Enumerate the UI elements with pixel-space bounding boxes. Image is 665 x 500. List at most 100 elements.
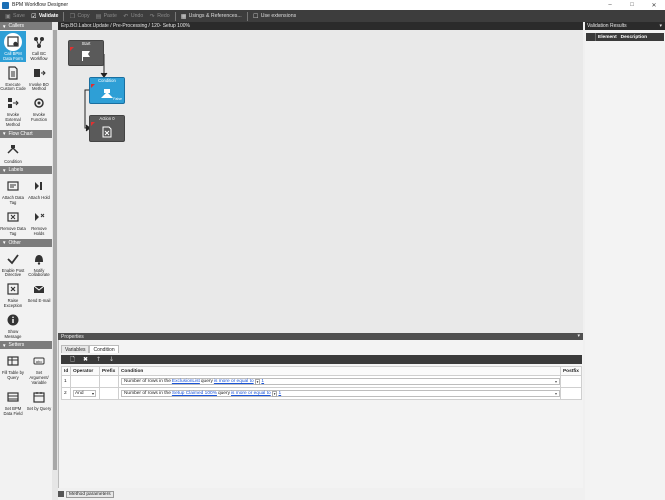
- tool-notify-collaborate[interactable]: Notify Collaborate: [26, 248, 52, 279]
- tool-remove-holds[interactable]: Remove Holds: [26, 206, 52, 237]
- paste-button[interactable]: ▤ Paste: [93, 10, 120, 22]
- use-extensions-toggle[interactable]: ☐ Use extensions: [250, 10, 299, 22]
- close-button[interactable]: ✕: [643, 0, 665, 10]
- undo-icon: ↶: [123, 13, 129, 20]
- tool-call-bpm-data-form[interactable]: Call BPM Data Form: [0, 31, 26, 62]
- row-condition[interactable]: Number of rows in the Setup Claimed 100%…: [117, 387, 561, 400]
- value-link[interactable]: 1: [278, 391, 281, 396]
- copy-button[interactable]: ❐ Copy: [66, 10, 92, 22]
- properties-header: Properties ▾: [58, 333, 583, 340]
- document-icon: [90, 122, 124, 141]
- move-down-icon[interactable]: 🡓: [105, 355, 118, 365]
- row-operator[interactable]: And ▾: [69, 387, 100, 400]
- tool-show-message[interactable]: Show Message: [0, 309, 26, 340]
- method-parameters-tab[interactable]: Method parameters: [66, 490, 114, 498]
- tag-icon: [4, 177, 22, 195]
- query-link[interactable]: Setup Claimed 100%: [172, 391, 217, 396]
- references-icon: ▦: [180, 13, 187, 20]
- column-header: Element: [598, 34, 617, 40]
- tool-send-email[interactable]: Send E-mail: [26, 278, 52, 309]
- external-method-icon: [4, 94, 22, 112]
- table-row[interactable]: 1 Number of rows in the ExclusionList qu…: [61, 375, 583, 388]
- section-callers[interactable]: ▼ Callers: [0, 22, 52, 30]
- node-condition[interactable]: Condition False: [89, 77, 125, 104]
- query-link[interactable]: ExclusionList: [172, 379, 200, 384]
- row-prefix[interactable]: [98, 375, 119, 388]
- tool-set-by-query[interactable]: Set by Query: [26, 386, 52, 417]
- tab-variables[interactable]: Variables: [61, 345, 90, 353]
- workflow-icon: [30, 33, 48, 51]
- table-row[interactable]: 2 And ▾ Number of rows in the Setup Clai…: [61, 387, 583, 400]
- row-id: 1: [61, 375, 71, 388]
- tool-call-bc-workflow[interactable]: Call BC Workflow: [26, 31, 52, 62]
- tool-fill-table-by-query[interactable]: Fill Table by Query: [0, 350, 26, 385]
- new-row-icon[interactable]: 🗋: [66, 355, 79, 365]
- tool-attach-hold[interactable]: Attach Hold: [26, 175, 52, 206]
- pin-icon[interactable]: ▾: [659, 23, 662, 29]
- tool-set-bpm-data-field[interactable]: Set BPM Data Field: [0, 386, 26, 417]
- table-icon: [4, 352, 22, 370]
- workflow-canvas[interactable]: Start Condition False Action 0: [58, 30, 583, 333]
- calendar-icon: [30, 388, 48, 406]
- chevron-down-icon[interactable]: ▾: [254, 378, 261, 385]
- row-condition[interactable]: Number of rows in the ExclusionList quer…: [117, 375, 561, 388]
- comparison-link[interactable]: is more or equal to: [214, 379, 254, 384]
- pin-icon[interactable]: ▾: [577, 333, 580, 339]
- method-parameters-bar: Method parameters: [58, 488, 583, 500]
- paste-icon: ▤: [95, 13, 102, 20]
- tool-execute-custom-code[interactable]: Execute Custom Code: [0, 62, 26, 93]
- bell-icon: [30, 250, 48, 268]
- redo-button[interactable]: ↷ Redo: [146, 10, 172, 22]
- column-header: Prefix: [98, 366, 119, 376]
- code-file-icon: [4, 64, 22, 82]
- remove-hold-icon: [30, 208, 48, 226]
- checkbox-icon: ☐: [253, 13, 259, 20]
- tool-remove-data-tag[interactable]: Remove Data Tag: [0, 206, 26, 237]
- tab-condition[interactable]: Condition: [89, 345, 119, 353]
- delete-row-icon[interactable]: ✖: [79, 356, 92, 363]
- column-header: Description: [620, 34, 648, 40]
- node-action-0[interactable]: Action 0: [89, 115, 125, 142]
- row-prefix[interactable]: [98, 387, 119, 400]
- tool-invoke-bo-method[interactable]: Invoke BO Method: [26, 62, 52, 93]
- section-flow-chart[interactable]: ▼ Flow Chart: [0, 129, 52, 138]
- tool-attach-data-tag[interactable]: Attach Data Tag: [0, 175, 26, 206]
- tool-enable-post-directive[interactable]: Enable Post Directive: [0, 248, 26, 279]
- app-icon: [2, 1, 9, 9]
- undo-button[interactable]: ↶ Undo: [120, 10, 146, 22]
- row-postfix[interactable]: [559, 375, 583, 388]
- chevron-down-icon[interactable]: ▾: [271, 390, 278, 397]
- section-setters[interactable]: ▼ Setters: [0, 341, 52, 350]
- conditions-table: Id Operator Prefix Condition Postfix 1 N…: [61, 366, 583, 400]
- tool-condition[interactable]: Condition: [0, 139, 26, 165]
- svg-text:abc: abc: [36, 359, 42, 364]
- method-icon: [30, 64, 48, 82]
- minimize-button[interactable]: –: [599, 0, 621, 10]
- usings-references-button[interactable]: ▦ Usings & References...: [178, 10, 245, 22]
- row-postfix[interactable]: [559, 387, 583, 400]
- tool-raise-exception[interactable]: Raise Exception: [0, 278, 26, 309]
- comparison-link[interactable]: is more or equal to: [231, 391, 271, 396]
- directive-icon: [4, 250, 22, 268]
- section-other[interactable]: ▼ Other: [0, 238, 52, 247]
- move-up-icon[interactable]: 🡑: [92, 355, 105, 365]
- column-header: Operator: [69, 366, 100, 376]
- node-start[interactable]: Start: [68, 40, 104, 66]
- chevron-down-icon[interactable]: ▾: [555, 391, 557, 396]
- chevron-down-icon[interactable]: ▾: [555, 379, 557, 384]
- save-button[interactable]: ▣ Save: [2, 10, 28, 22]
- node-marker: [70, 47, 74, 51]
- tool-invoke-external-method[interactable]: Invoke External Method: [0, 92, 26, 127]
- section-labels[interactable]: ▼ Labels: [0, 166, 52, 175]
- main-toolbar: ▣ Save ☑ Validate ❐ Copy ▤ Paste ↶ Undo ↷ Redo…: [0, 10, 665, 22]
- chevron-down-icon: ▼: [2, 167, 7, 173]
- validate-button[interactable]: ☑ Validate: [28, 10, 62, 22]
- panel-toggle-icon[interactable]: [58, 491, 64, 497]
- scrollbar-thumb[interactable]: [53, 30, 57, 470]
- tool-set-argument-variable[interactable]: abc Set Argument/ Variable: [26, 350, 52, 385]
- maximize-button[interactable]: □: [621, 0, 643, 10]
- operator-select[interactable]: And ▾: [72, 390, 96, 397]
- tool-invoke-function[interactable]: Invoke Function: [26, 92, 52, 127]
- value-link[interactable]: 1: [261, 379, 264, 384]
- row-operator[interactable]: [69, 375, 100, 388]
